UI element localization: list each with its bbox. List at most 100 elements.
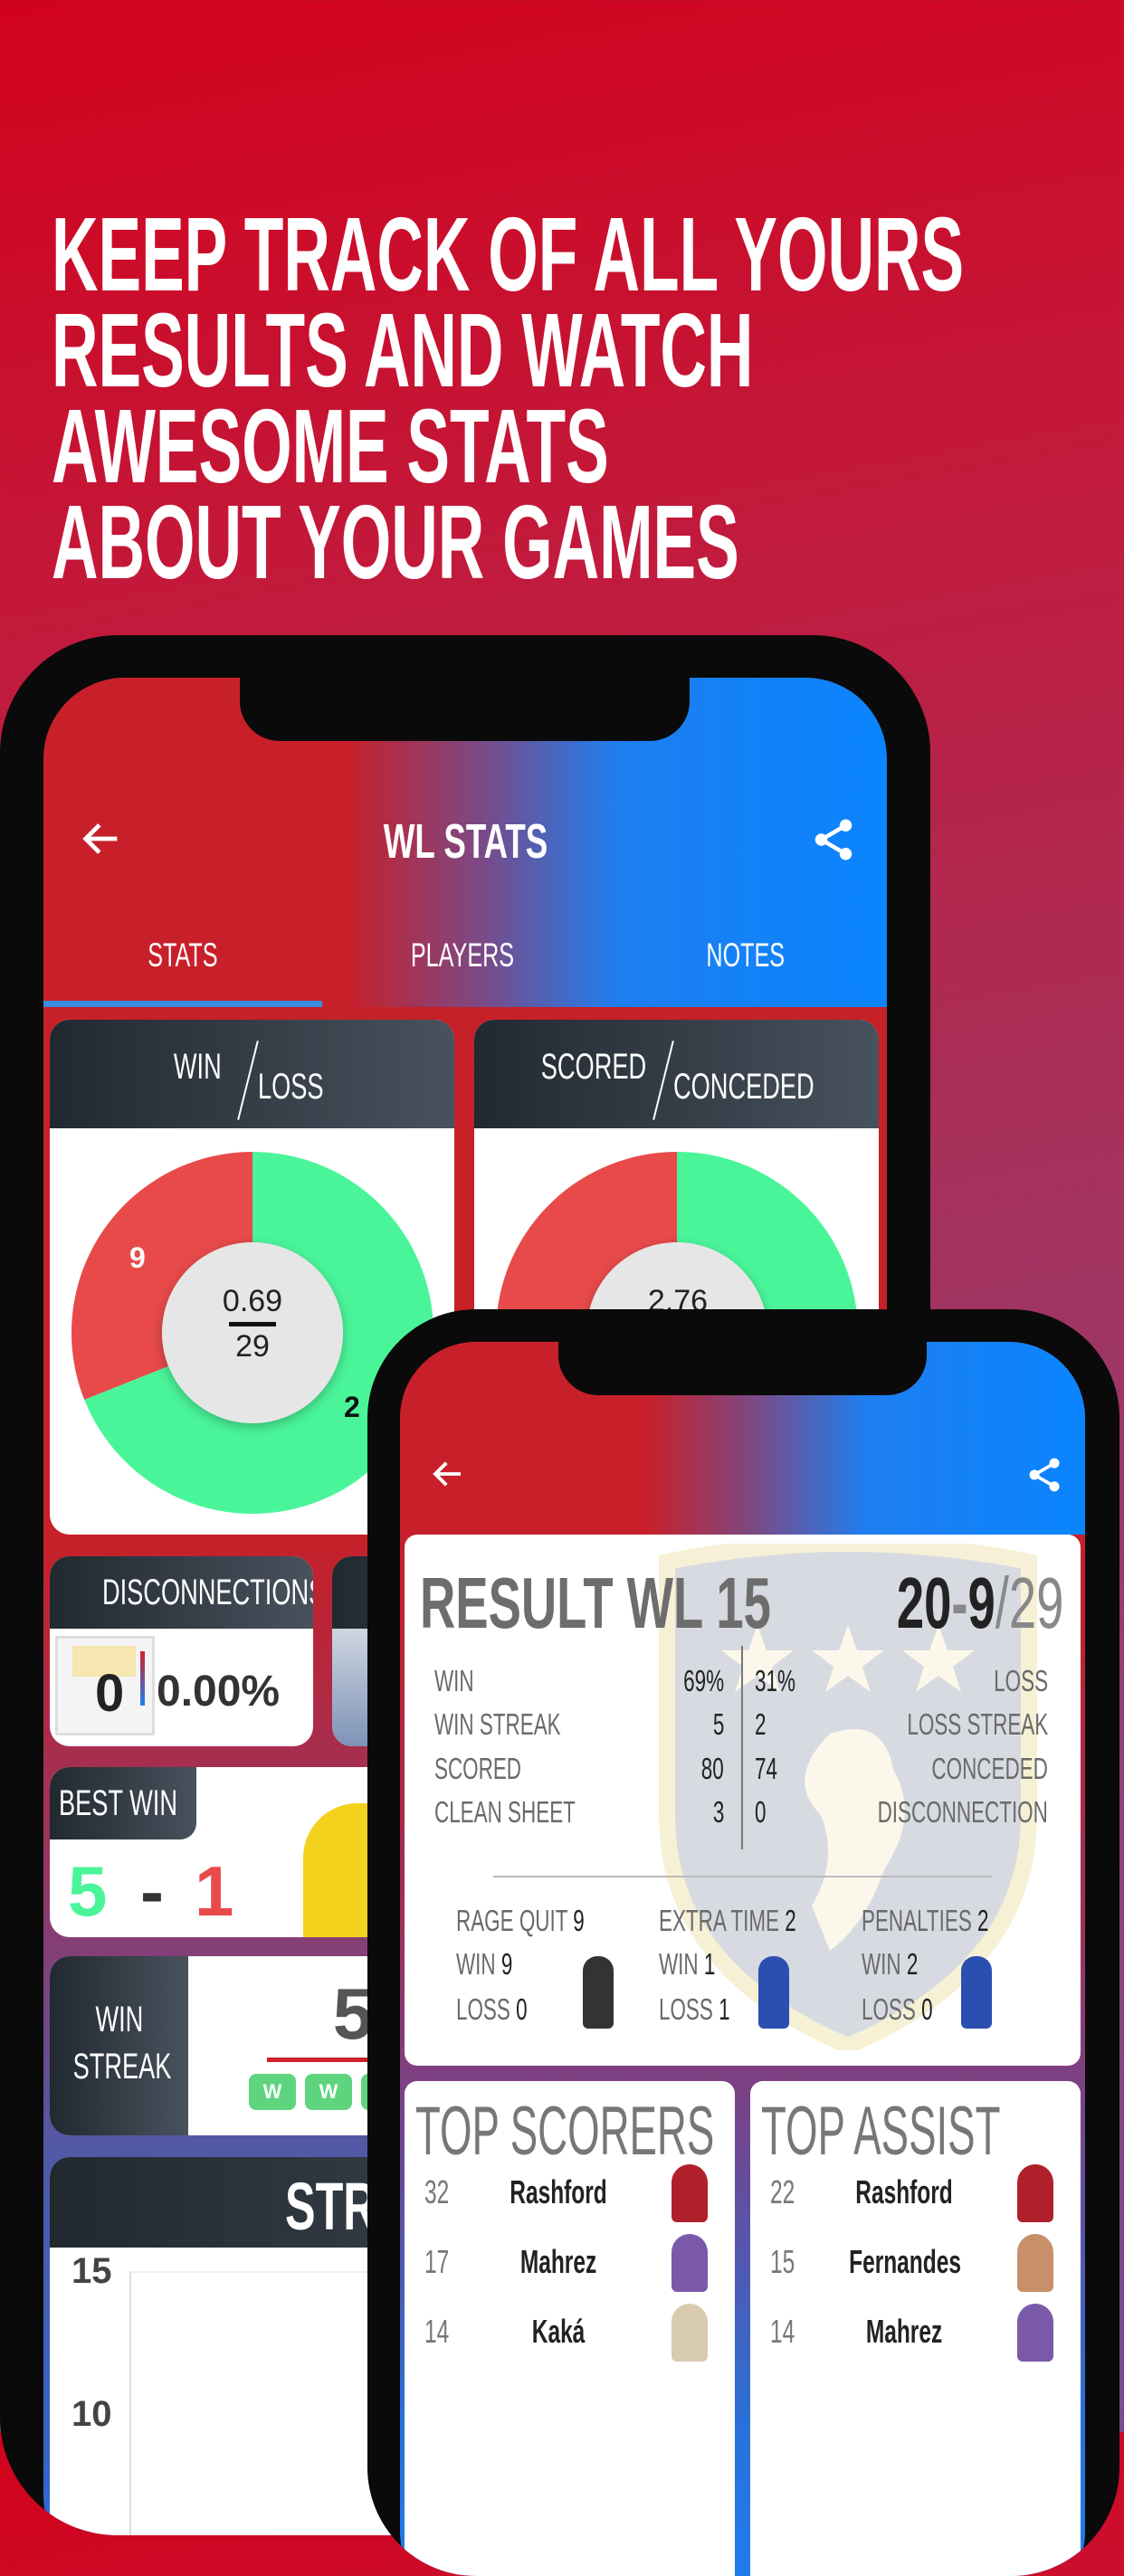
stat-row-left-label: SCORED [434, 1752, 522, 1785]
headline: KEEP TRACK OF ALL YOURS RESULTS AND WATC… [52, 195, 1124, 601]
section-divider [493, 1876, 992, 1877]
streak-chart-title: STR [285, 2169, 376, 2244]
win-streak-title-1: WIN [95, 2000, 143, 2039]
win-streak-title-2: STREAK [72, 2047, 172, 2086]
player-name[interactable]: Rashford [823, 2173, 986, 2211]
ranking-value: 22 [770, 2173, 795, 2210]
tab-stats[interactable]: STATS [43, 936, 322, 974]
top-scorers-title: TOP SCORERS [415, 2093, 715, 2170]
win-label: WIN [174, 1047, 222, 1087]
stat-row-left-value: 3 [712, 1795, 724, 1829]
stat-row-left-label: WIN [434, 1664, 474, 1697]
player-name[interactable]: Rashford [477, 2173, 640, 2211]
best-win-sep: - [140, 1851, 164, 1931]
result-screen: RESULT WL 15 20-9/29 WIN 69% 31% LOSS WIN… [400, 1342, 1085, 2576]
win-count-label: 2 [344, 1391, 360, 1423]
player-name[interactable]: Kaká [477, 2313, 640, 2351]
stat-row-right-label: LOSS [994, 1664, 1048, 1697]
group-loss: LOSS 1 [659, 1992, 730, 2026]
tab-notes[interactable]: NOTES [605, 936, 887, 974]
back-button[interactable] [429, 1455, 467, 1493]
best-win-home: 5 [68, 1851, 108, 1931]
player-figure [961, 1956, 992, 2029]
player-avatar [672, 2234, 708, 2292]
disconnection-percent: 0.00% [157, 1668, 281, 1716]
notch [558, 1342, 927, 1395]
result-score: 20-9/29 [896, 1562, 1063, 1645]
player-name[interactable]: Mahrez [477, 2243, 640, 2281]
headline-line: KEEP TRACK OF ALL YOURS [52, 195, 965, 313]
result-dash: - [950, 1563, 968, 1643]
stat-row-right-value: 0 [755, 1795, 767, 1829]
result-wins: 20 [896, 1563, 951, 1643]
disconnection-count: 0 [95, 1664, 125, 1723]
share-button[interactable] [809, 815, 858, 864]
ranking-value: 15 [770, 2243, 795, 2280]
result-losses: 9 [967, 1563, 995, 1643]
tab-players[interactable]: PLAYERS [322, 936, 603, 974]
arrow-left-icon [82, 823, 118, 854]
red-blue-bar [140, 1651, 145, 1706]
phone-result: RESULT WL 15 20-9/29 WIN 69% 31% LOSS WIN… [367, 1309, 1119, 2576]
group-win: WIN 9 [456, 1947, 513, 1981]
total-games: 29 [235, 1329, 270, 1364]
group-win: WIN 2 [862, 1947, 919, 1981]
y-tick: 10 [71, 2394, 112, 2434]
player-avatar [1017, 2304, 1053, 2362]
stat-row-left-value: 69% [683, 1664, 724, 1697]
share-icon [814, 819, 853, 860]
y-tick: 15 [71, 2251, 112, 2291]
ratio-value: 0.69 [222, 1284, 283, 1318]
top-assist-title: TOP ASSIST [761, 2093, 1001, 2170]
stat-row-right-value: 74 [755, 1752, 777, 1785]
share-button[interactable] [1024, 1455, 1064, 1495]
stat-row-left-label: CLEAN SHEET [434, 1795, 576, 1829]
player-name[interactable]: Fernandes [823, 2243, 986, 2281]
group-title: PENALTIES 2 [862, 1904, 989, 1937]
best-win-away: 1 [195, 1851, 234, 1931]
top-assist-card: TOP ASSIST 22 Rashford 15 Fernandes 14 M… [750, 2081, 1081, 2576]
share-icon [1029, 1458, 1060, 1492]
headline-line: AWESOME STATS [52, 387, 609, 505]
player-figure [583, 1956, 614, 2029]
disconnections-title: DISCONNECTIONS [101, 1573, 313, 1612]
scored-label: SCORED [540, 1047, 646, 1087]
group-title: EXTRA TIME 2 [659, 1904, 796, 1937]
headline-line: ABOUT YOUR GAMES [52, 483, 739, 601]
back-button[interactable] [78, 815, 125, 862]
stat-row-left-value: 5 [712, 1707, 724, 1741]
loss-label: LOSS [258, 1067, 324, 1107]
stat-row-right-label: CONCEDED [931, 1752, 1048, 1785]
ranking-value: 14 [770, 2313, 795, 2350]
result-card: RESULT WL 15 20-9/29 WIN 69% 31% LOSS WIN… [405, 1535, 1081, 2066]
player-avatar [1017, 2164, 1053, 2222]
stat-row-right-label: DISCONNECTION [877, 1795, 1048, 1829]
streak-badge: W [305, 2074, 352, 2110]
center-divider [741, 1646, 743, 1849]
tab-indicator [43, 1001, 322, 1007]
loss-count-label: 9 [129, 1241, 146, 1274]
stat-row-left-label: WIN STREAK [434, 1707, 561, 1741]
best-win-title: BEST WIN [59, 1783, 177, 1823]
stat-row-right-value: 2 [755, 1707, 767, 1741]
ranking-value: 32 [424, 2173, 450, 2210]
arrow-left-icon [433, 1461, 461, 1487]
ranking-value: 14 [424, 2313, 450, 2350]
player-avatar [1017, 2234, 1053, 2292]
group-title: RAGE QUIT 9 [456, 1904, 585, 1937]
group-loss: LOSS 0 [862, 1992, 933, 2026]
stat-row-right-label: LOSS STREAK [907, 1707, 1048, 1741]
streak-badge: W [249, 2074, 296, 2110]
stat-row-right-value: 31% [755, 1664, 795, 1697]
player-avatar [672, 2164, 708, 2222]
headline-line: RESULTS AND WATCH [52, 291, 754, 409]
disconnections-card[interactable]: DISCONNECTIONS 0 0.00% [50, 1556, 313, 1746]
top-scorers-card: TOP SCORERS 32 Rashford 17 Mahrez 14 Kak… [405, 2081, 735, 2576]
player-name[interactable]: Mahrez [823, 2313, 986, 2351]
result-total: /29 [995, 1563, 1063, 1643]
player-figure [758, 1956, 789, 2029]
stat-row-left-value: 80 [701, 1752, 724, 1785]
screen-title: WL STATS [383, 814, 548, 869]
group-loss: LOSS 0 [456, 1992, 528, 2026]
player-avatar [672, 2304, 708, 2362]
